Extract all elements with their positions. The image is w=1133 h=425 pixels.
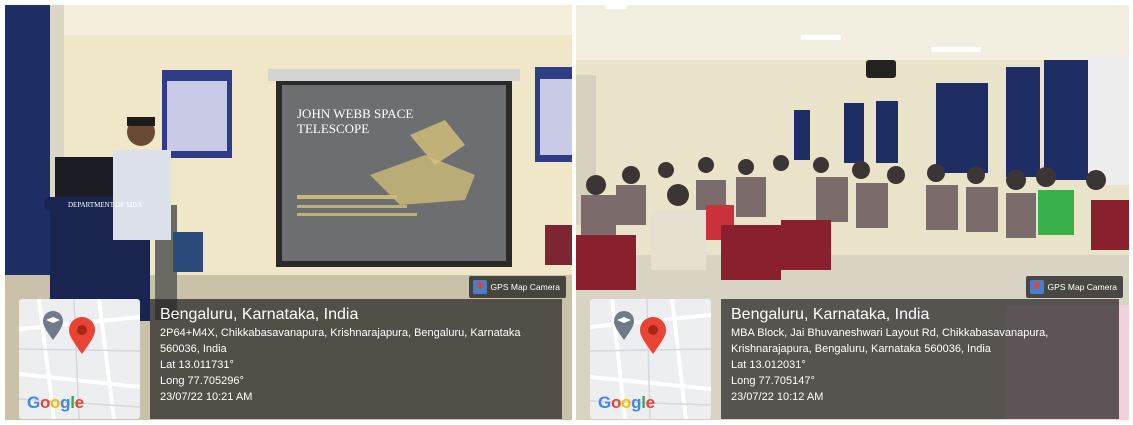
longitude: Long 77.705296° xyxy=(160,375,244,387)
photo-audience: GPS Map Camera Google Bengaluru, Karnata… xyxy=(576,5,1129,420)
badge-label: GPS Map Camera xyxy=(1047,282,1117,292)
slide-title-line1: JOHN WEBB SPACE xyxy=(297,106,413,121)
gps-camera-icon xyxy=(1029,280,1044,294)
address-line1: 2P64+M4X, Chikkabasavanapura, Krishnaraj… xyxy=(160,327,521,339)
podium-label: DEPARTMENT OF MBA xyxy=(68,201,142,209)
google-logo: Google xyxy=(598,393,655,412)
address-line1: MBA Block, Jai Bhuvaneshwari Layout Rd, … xyxy=(731,327,1049,339)
gps-camera-badge: GPS Map Camera xyxy=(1025,276,1123,298)
location-title: Bengaluru, Karnataka, India xyxy=(160,306,359,323)
location-title: Bengaluru, Karnataka, India xyxy=(731,306,930,323)
address-line2: 560036, India xyxy=(160,343,227,355)
map-thumbnail: Google xyxy=(590,299,711,419)
gps-camera-badge: GPS Map Camera xyxy=(468,276,566,298)
latitude: Lat 13.012031° xyxy=(731,359,806,371)
graduation-cap-icon xyxy=(614,311,634,340)
map-thumbnail: Google xyxy=(19,299,140,419)
photo-seminar-speaker: JOHN WEBB SPACE TELESCOPE DEPARTMENT OF … xyxy=(5,5,572,420)
map-pin-icon xyxy=(640,317,666,354)
badge-label: GPS Map Camera xyxy=(490,282,560,292)
address-line2: Krishnarajapura, Bengaluru, Karnataka 56… xyxy=(731,343,991,355)
latitude: Lat 13.011731° xyxy=(160,359,234,371)
geotag-info: Bengaluru, Karnataka, India 2P64+M4X, Ch… xyxy=(150,299,562,419)
map-pin-icon xyxy=(69,317,95,354)
longitude: Long 77.705147° xyxy=(731,375,815,387)
timestamp: 23/07/22 10:21 AM xyxy=(160,391,253,403)
geotag-info: Bengaluru, Karnataka, India MBA Block, J… xyxy=(721,299,1119,419)
google-logo: Google xyxy=(27,393,84,412)
timestamp: 23/07/22 10:12 AM xyxy=(731,391,824,403)
slide-title-line2: TELESCOPE xyxy=(297,121,369,136)
gps-camera-icon xyxy=(472,280,487,294)
graduation-cap-icon xyxy=(43,311,63,340)
